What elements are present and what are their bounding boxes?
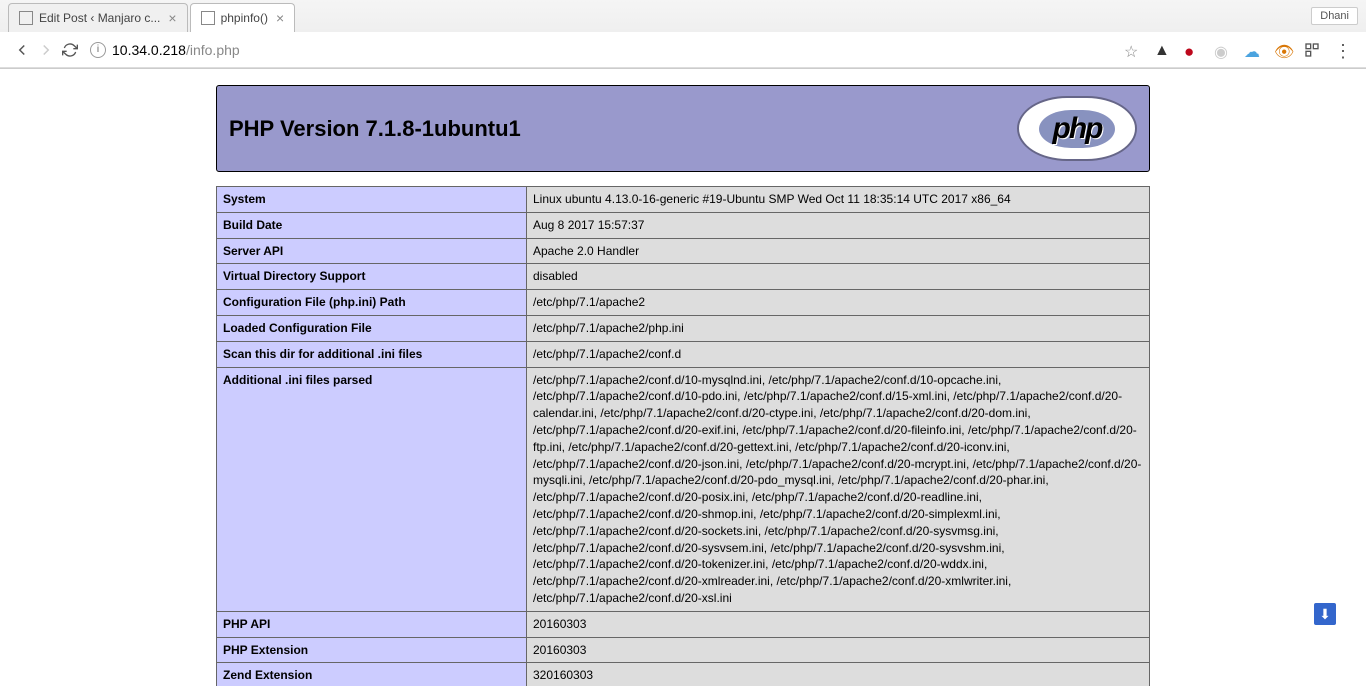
forward-button[interactable] [34, 38, 58, 62]
extension-icon[interactable]: ▲ [1154, 42, 1170, 58]
table-row: Additional .ini files parsed/etc/php/7.1… [217, 367, 1150, 611]
tab-bar: Edit Post ‹ Manjaro c... × phpinfo() × D… [0, 0, 1366, 32]
info-key: Configuration File (php.ini) Path [217, 290, 527, 316]
info-key: Additional .ini files parsed [217, 367, 527, 611]
scroll-down-icon[interactable]: ⬇ [1314, 603, 1336, 625]
table-row: PHP API20160303 [217, 611, 1150, 637]
phpinfo-table: SystemLinux ubuntu 4.13.0-16-generic #19… [216, 186, 1150, 686]
info-value: 20160303 [527, 637, 1150, 663]
tab-title: phpinfo() [221, 11, 268, 25]
tab-title: Edit Post ‹ Manjaro c... [39, 11, 160, 25]
phpinfo-header: PHP Version 7.1.8-1ubuntu1 php [216, 85, 1150, 172]
table-row: Loaded Configuration File/etc/php/7.1/ap… [217, 315, 1150, 341]
info-key: Zend Extension [217, 663, 527, 686]
table-row: Configuration File (php.ini) Path/etc/ph… [217, 290, 1150, 316]
tab-inactive[interactable]: Edit Post ‹ Manjaro c... × [8, 3, 188, 32]
cloud-icon[interactable]: ☁ [1244, 42, 1260, 58]
menu-icon[interactable]: ⋮ [1334, 42, 1350, 58]
reload-button[interactable] [58, 38, 82, 62]
php-version-title: PHP Version 7.1.8-1ubuntu1 [229, 116, 521, 142]
info-key: PHP Extension [217, 637, 527, 663]
info-key: PHP API [217, 611, 527, 637]
info-value: Linux ubuntu 4.13.0-16-generic #19-Ubunt… [527, 187, 1150, 213]
pinterest-icon[interactable]: ● [1184, 42, 1200, 58]
page-body[interactable]: PHP Version 7.1.8-1ubuntu1 php SystemLin… [0, 69, 1366, 686]
page-icon [19, 11, 33, 25]
info-key: Loaded Configuration File [217, 315, 527, 341]
close-icon[interactable]: × [168, 10, 176, 26]
toolbar-icons: ☆ ▲ ● ◉ ☁ 👁 ⋮ [1124, 42, 1356, 58]
info-value: /etc/php/7.1/apache2/conf.d [527, 341, 1150, 367]
table-row: PHP Extension20160303 [217, 637, 1150, 663]
php-logo-text: php [1039, 110, 1116, 148]
url-bar[interactable]: i 10.34.0.218/info.php [90, 42, 1116, 58]
table-row: Server APIApache 2.0 Handler [217, 238, 1150, 264]
table-row: Zend Extension320160303 [217, 663, 1150, 686]
browser-chrome: Edit Post ‹ Manjaro c... × phpinfo() × D… [0, 0, 1366, 69]
extension-icon[interactable]: 👁 [1274, 42, 1290, 58]
table-row: Build DateAug 8 2017 15:57:37 [217, 212, 1150, 238]
info-key: Server API [217, 238, 527, 264]
page-icon [201, 11, 215, 25]
info-key: Virtual Directory Support [217, 264, 527, 290]
table-row: SystemLinux ubuntu 4.13.0-16-generic #19… [217, 187, 1150, 213]
info-key: System [217, 187, 527, 213]
close-icon[interactable]: × [276, 10, 284, 26]
bookmark-star-icon[interactable]: ☆ [1124, 42, 1140, 58]
php-logo: php [1017, 96, 1137, 161]
table-row: Scan this dir for additional .ini files/… [217, 341, 1150, 367]
info-value: /etc/php/7.1/apache2 [527, 290, 1150, 316]
info-value: Apache 2.0 Handler [527, 238, 1150, 264]
info-value: 20160303 [527, 611, 1150, 637]
tab-active[interactable]: phpinfo() × [190, 3, 296, 32]
info-value: /etc/php/7.1/apache2/php.ini [527, 315, 1150, 341]
nav-bar: i 10.34.0.218/info.php ☆ ▲ ● ◉ ☁ 👁 ⋮ [0, 32, 1366, 68]
extension-icon[interactable]: ◉ [1214, 42, 1230, 58]
info-key: Build Date [217, 212, 527, 238]
info-value: /etc/php/7.1/apache2/conf.d/10-mysqlnd.i… [527, 367, 1150, 611]
table-row: Virtual Directory Supportdisabled [217, 264, 1150, 290]
user-badge[interactable]: Dhani [1311, 7, 1358, 25]
info-value: 320160303 [527, 663, 1150, 686]
info-icon[interactable]: i [90, 42, 106, 58]
phpinfo-container: PHP Version 7.1.8-1ubuntu1 php SystemLin… [216, 85, 1150, 686]
back-button[interactable] [10, 38, 34, 62]
info-value: disabled [527, 264, 1150, 290]
url-text: 10.34.0.218/info.php [112, 42, 240, 58]
info-key: Scan this dir for additional .ini files [217, 341, 527, 367]
info-value: Aug 8 2017 15:57:37 [527, 212, 1150, 238]
qr-icon[interactable] [1304, 42, 1320, 58]
